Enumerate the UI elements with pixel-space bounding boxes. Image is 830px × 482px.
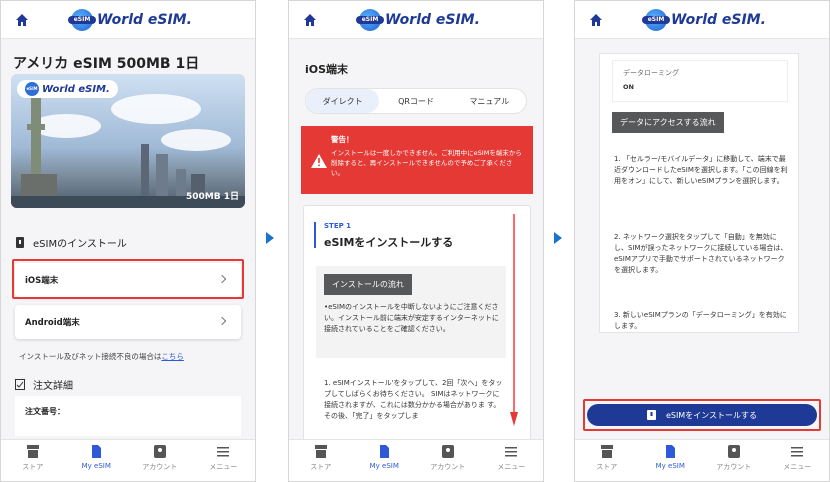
globe-icon: eSIM [68,9,96,31]
access-flow-label: データにアクセスする流れ [612,112,724,133]
tab-store[interactable]: ストア [289,440,353,481]
screen-esim-detail: eSIM World eSIM. アメリカ eSIM 500MB 1日 eSIM… [0,0,256,482]
tab-store[interactable]: ストア [1,440,65,481]
warning-icon [311,154,327,168]
sim-card-icon [380,445,390,458]
step-card: STEP 1 eSIMをインストールする インストールの流れ •eSIMのインス… [303,205,531,465]
plan-hero-image: eSIM World eSIM. 500MB 1日 [11,74,245,208]
tab-account[interactable]: アカウント [416,440,480,481]
app-header: eSIM World eSIM. [289,1,543,39]
help-link[interactable]: こちら [161,352,184,361]
scroll-down-arrow-icon [510,214,518,426]
tab-menu[interactable]: メニュー [766,440,830,481]
home-icon[interactable] [303,13,317,27]
tab-menu[interactable]: メニュー [480,440,544,481]
tab-account[interactable]: アカウント [128,440,192,481]
warning-title: 警告！ [331,135,354,144]
tab-my-esim[interactable]: My eSIM [639,440,703,481]
home-icon[interactable] [589,13,603,27]
sim-card-icon [666,445,676,458]
step-accent-bar [314,222,316,248]
chevron-right-icon [217,316,227,326]
install-note: •eSIMのインストールを中断しないようにご注意ください。インストール前に端末が… [324,303,499,333]
tab-menu[interactable]: メニュー [192,440,256,481]
world-esim-logo: eSIM World eSIM. [356,9,480,31]
roaming-label: データローミング [623,69,679,77]
order-check-icon [15,379,25,390]
roaming-row: データローミング ON [612,60,788,102]
logo-text: World eSIM. [385,12,480,28]
access-step-2: 2. ネットワーク選択をタップして「自動」を無効にし、SIMが誤ったネットワーク… [614,233,788,274]
screen-data-access: eSIM World eSIM. データローミング ON データにアクセスする流… [574,0,830,482]
order-detail-card: 注文番号： [15,396,241,436]
warning-body: インストールは一度しかできません。ご利用中にeSIMを端末から削除すると、再イン… [331,149,522,177]
page-title: iOS端末 [305,63,349,76]
highlight-box [583,399,821,431]
globe-icon: eSIM [642,9,670,31]
page-title: アメリカ eSIM 500MB 1日 [13,56,200,72]
globe-icon: eSIM [356,9,384,31]
world-esim-logo: eSIM World eSIM. [642,9,766,31]
menu-icon [217,447,230,457]
install-section-heading: eSIMのインストール [15,235,127,250]
tab-my-esim[interactable]: My eSIM [353,440,417,481]
tab-manual[interactable]: マニュアル [453,89,526,113]
step-heading: eSIMをインストールする [324,236,454,249]
help-text: インストール及びネット接続不良の場合はこちら [19,352,184,361]
menu-icon [791,447,804,457]
tab-account[interactable]: アカウント [702,440,766,481]
screen-ios-install: eSIM World eSIM. iOS端末 ダイレクト QRコード マニュアル… [288,0,544,482]
step1-text: 1. eSIMインストール'をタップして、2回「次へ」をタップしてしばらくお待ち… [324,379,503,420]
account-icon [441,445,454,458]
warning-banner: 警告！ インストールは一度しかできません。ご利用中にeSIMを端末から削除すると… [301,126,533,194]
store-icon [26,445,39,458]
hero-logo-badge: eSIM World eSIM. [17,80,118,98]
bottom-tab-bar: ストア My eSIM アカウント メニュー [575,439,829,481]
instructions-card: データローミング ON データにアクセスする流れ 1. 「セルラー/モバイルデー… [599,53,799,333]
globe-icon: eSIM [25,82,39,96]
step-arrow-icon [266,232,274,244]
store-icon [600,445,613,458]
store-icon [314,445,327,458]
bottom-tab-bar: ストア My eSIM アカウント メニュー [289,439,543,481]
plan-badge: 500MB 1日 [186,192,239,202]
install-method-tabs: ダイレクト QRコード マニュアル [305,88,527,114]
order-section-heading: 注文詳細 [15,377,73,392]
app-header: eSIM World eSIM. [575,1,829,39]
android-device-button[interactable]: Android端末 [15,305,241,339]
tab-store[interactable]: ストア [575,440,639,481]
highlight-box [12,259,244,299]
step-arrow-icon [554,232,562,244]
logo-text: World eSIM. [97,12,192,28]
home-icon[interactable] [15,13,29,27]
tab-qr-code[interactable]: QRコード [379,89,452,113]
bottom-tab-bar: ストア My eSIM アカウント メニュー [1,439,255,481]
account-icon [727,445,740,458]
roaming-value: ON [623,83,634,91]
step-label: STEP 1 [324,222,352,230]
tab-direct[interactable]: ダイレクト [306,89,380,113]
logo-text: World eSIM. [671,12,766,28]
access-step-3: 3. 新しいeSIMプランの「データローミング」を有効にします。 [614,311,787,330]
tab-my-esim[interactable]: My eSIM [65,440,129,481]
flow-label: インストールの流れ [324,274,412,295]
access-step-1: 1. 「セルラー/モバイルデータ」に移動して、端末で最近ダウンロードしたeSIM… [614,155,788,185]
sim-card-icon [92,445,102,458]
phone-download-icon [16,237,24,248]
app-header: eSIM World eSIM. [1,1,255,39]
menu-icon [505,447,518,457]
world-esim-logo: eSIM World eSIM. [68,9,192,31]
account-icon [153,445,166,458]
